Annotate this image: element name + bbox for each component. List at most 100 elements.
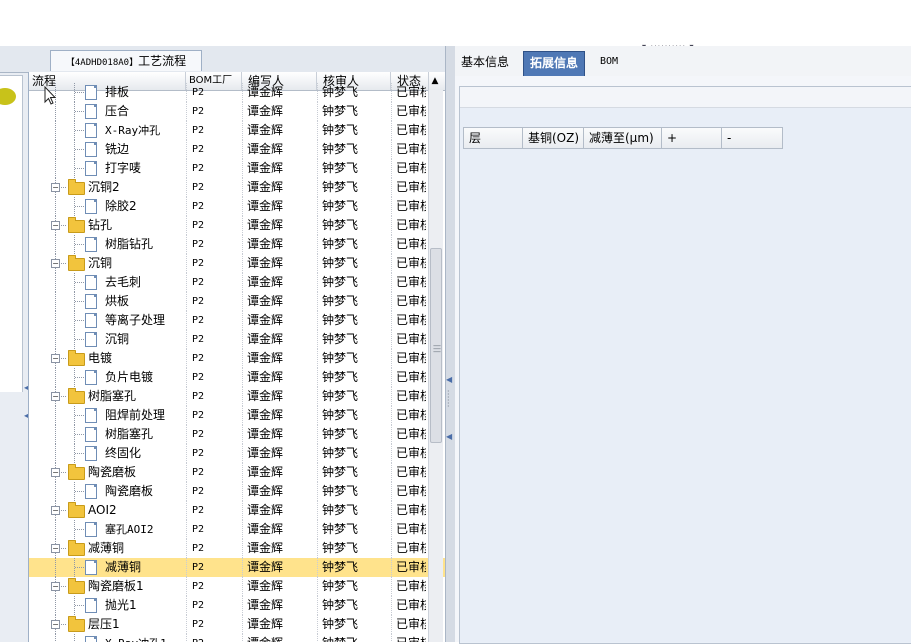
table-row[interactable]: − 陶瓷磨板 P2 谭金辉 钟梦飞 已审核 [29,463,446,482]
splitter-left-arrow-icon[interactable]: ◀ [446,376,452,384]
table-row[interactable]: − 沉铜 P2 谭金辉 钟梦飞 已审核 [29,254,446,273]
table-row[interactable]: 沉铜 P2 谭金辉 钟梦飞 已审核 [29,330,446,349]
cell-reviewer: 钟梦飞 [322,370,359,384]
cell-status: 已审核 [396,503,426,517]
splitter-grip-icon[interactable]: · · · · · · [447,388,450,411]
table-row[interactable]: 减薄铜 P2 谭金辉 钟梦飞 已审核 [29,558,446,577]
collapse-minus-icon[interactable]: − [51,354,60,363]
cell-writer: 谭金辉 [247,104,284,118]
tab-extended-info[interactable]: 拓展信息 [523,51,586,76]
folder-icon [68,350,85,366]
node-label: 树脂塞孔 [88,389,137,403]
table-row[interactable]: 铣边 P2 谭金辉 钟梦飞 已审核 [29,140,446,159]
table-row[interactable]: 压合 P2 谭金辉 钟梦飞 已审核 [29,102,446,121]
document-icon [85,123,97,138]
table-row[interactable]: − 层压1 P2 谭金辉 钟梦飞 已审核 [29,615,446,634]
cell-factory: P2 [192,600,205,611]
document-icon [85,446,97,461]
node-label: X-Ray冲孔1 [105,634,167,642]
cell-writer: 谭金辉 [247,484,284,498]
table-row[interactable]: X-Ray冲孔1 P2 谭金辉钟梦飞已审核 [29,634,446,642]
splitter-right-arrow-icon[interactable]: ◀ [446,433,452,441]
table-row[interactable]: 烘板 P2 谭金辉 钟梦飞 已审核 [29,292,446,311]
table-row[interactable]: 树脂钻孔 P2 谭金辉 钟梦飞 已审核 [29,235,446,254]
collapse-minus-icon[interactable]: − [51,506,60,515]
ext-add-button[interactable]: + [662,128,722,148]
collapse-minus-icon[interactable]: − [51,392,60,401]
cell-reviewer: 钟梦飞 [322,408,359,422]
table-row[interactable]: − 减薄铜 P2 谭金辉 钟梦飞 已审核 [29,539,446,558]
scrollbar-thumb[interactable]: — — — [430,248,442,443]
table-row[interactable]: − 陶瓷磨板1 P2 谭金辉 钟梦飞 已审核 [29,577,446,596]
node-label: 钻孔 [88,218,113,232]
table-row[interactable]: 终固化 P2 谭金辉 钟梦飞 已审核 [29,444,446,463]
table-row[interactable]: 抛光1 P2 谭金辉 钟梦飞 已审核 [29,596,446,615]
cell-status: 已审核 [396,294,426,308]
collapse-minus-icon[interactable]: − [51,221,60,230]
document-icon [85,484,97,499]
cell-status: 已审核 [396,85,426,99]
node-label: 铣边 [105,142,130,156]
cell-writer: 谭金辉 [247,351,284,365]
cell-factory: P2 [192,334,205,345]
cell-reviewer: 钟梦飞 [322,503,359,517]
cell-writer: 谭金辉 [247,313,284,327]
document-icon [85,142,97,157]
cell-factory: P2 [192,448,205,459]
tab-process-flow[interactable]: 【4ADHD018A0】工艺流程 [50,50,202,71]
document-icon [85,636,97,642]
table-row[interactable]: 塞孔AOI2 P2 谭金辉 钟梦飞 已审核 [29,520,446,539]
cell-reviewer: 钟梦飞 [322,427,359,441]
table-row[interactable]: − 电镀 P2 谭金辉 钟梦飞 已审核 [29,349,446,368]
table-row[interactable]: − AOI2 P2 谭金辉 钟梦飞 已审核 [29,501,446,520]
node-label: 电镀 [88,351,113,365]
cell-factory: P2 [192,125,205,136]
cell-factory: P2 [192,619,205,630]
tab-bom[interactable]: BOM [594,51,624,75]
table-row[interactable]: 排板 P2 谭金辉 钟梦飞 已审核 [29,83,446,102]
cell-status: 已审核 [396,313,426,327]
ext-remove-button[interactable]: - [722,128,782,148]
table-row[interactable]: 陶瓷磨板 P2 谭金辉 钟梦飞 已审核 [29,482,446,501]
table-row[interactable]: 阻焊前处理 P2 谭金辉 钟梦飞 已审核 [29,406,446,425]
cell-factory: P2 [192,543,205,554]
collapse-minus-icon[interactable]: − [51,259,60,268]
table-row[interactable]: 负片电镀 P2 谭金辉 钟梦飞 已审核 [29,368,446,387]
tab-basic-info[interactable]: 基本信息 [455,51,515,75]
cell-status: 已审核 [396,579,426,593]
collapse-minus-icon[interactable]: − [51,468,60,477]
table-row[interactable]: 等离子处理 P2 谭金辉 钟梦飞 已审核 [29,311,446,330]
collapse-minus-icon[interactable]: − [51,183,60,192]
node-label: 抛光1 [105,598,137,612]
cell-writer: 谭金辉 [247,332,284,346]
table-row[interactable]: 去毛刺 P2 谭金辉 钟梦飞 已审核 [29,273,446,292]
node-label: 减薄铜 [105,560,142,574]
node-label: X-Ray冲孔 [105,124,161,137]
scroll-up-arrow-icon[interactable]: ▲ [428,73,442,89]
node-label: 压合 [105,104,130,118]
cell-status: 已审核 [396,142,426,156]
table-row[interactable]: − 钻孔 P2 谭金辉 钟梦飞 已审核 [29,216,446,235]
cell-reviewer: 钟梦飞 [322,123,359,137]
table-row[interactable]: 除胶2 P2 谭金辉 钟梦飞 已审核 [29,197,446,216]
cell-factory: P2 [192,391,205,402]
cell-status: 已审核 [396,275,426,289]
ext-column-base-copper[interactable]: 基铜(OZ) [523,128,584,148]
node-label: 等离子处理 [105,313,166,327]
cell-factory: P2 [192,372,205,383]
table-row[interactable]: − 树脂塞孔 P2 谭金辉 钟梦飞 已审核 [29,387,446,406]
cell-factory: P2 [192,581,205,592]
grid-vertical-scrollbar[interactable]: — — — [428,90,443,642]
cell-status: 已审核 [396,598,426,612]
ext-column-thin-to[interactable]: 减薄至(μm) [584,128,662,148]
table-row[interactable]: X-Ray冲孔 P2 谭金辉 钟梦飞 已审核 [29,121,446,140]
collapse-minus-icon[interactable]: − [51,544,60,553]
collapse-minus-icon[interactable]: − [51,582,60,591]
table-row[interactable]: − 沉铜2 P2 谭金辉 钟梦飞 已审核 [29,178,446,197]
table-row[interactable]: 树脂塞孔 P2 谭金辉 钟梦飞 已审核 [29,425,446,444]
ext-column-layer[interactable]: 层 [464,128,523,148]
cell-reviewer: 钟梦飞 [322,180,359,194]
scroll-grip-icon: — — — [433,341,441,356]
table-row[interactable]: 打字唛 P2 谭金辉 钟梦飞 已审核 [29,159,446,178]
collapse-minus-icon[interactable]: − [51,620,60,629]
